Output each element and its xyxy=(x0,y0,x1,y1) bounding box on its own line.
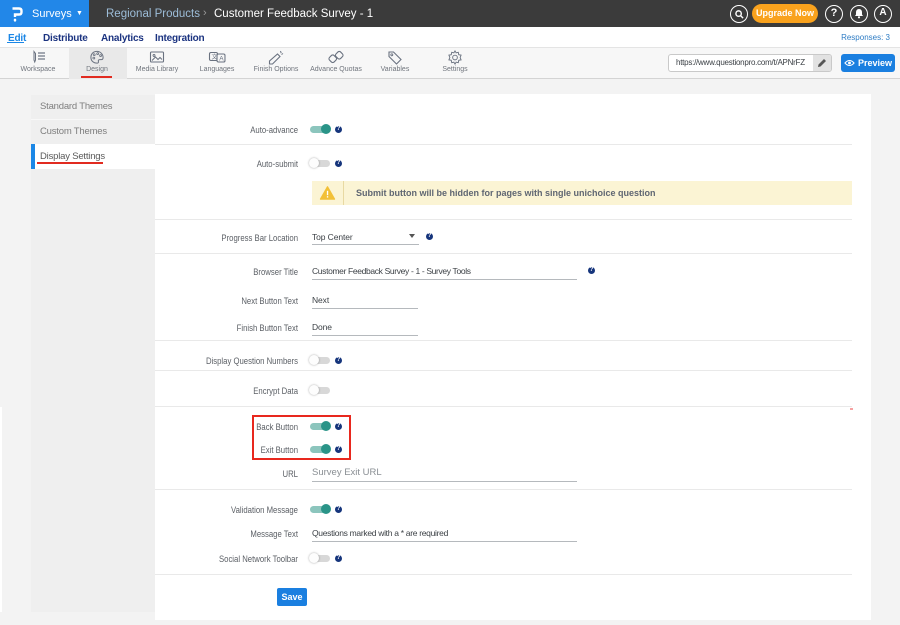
svg-text:A: A xyxy=(219,56,224,63)
svg-text:文: 文 xyxy=(212,53,218,61)
